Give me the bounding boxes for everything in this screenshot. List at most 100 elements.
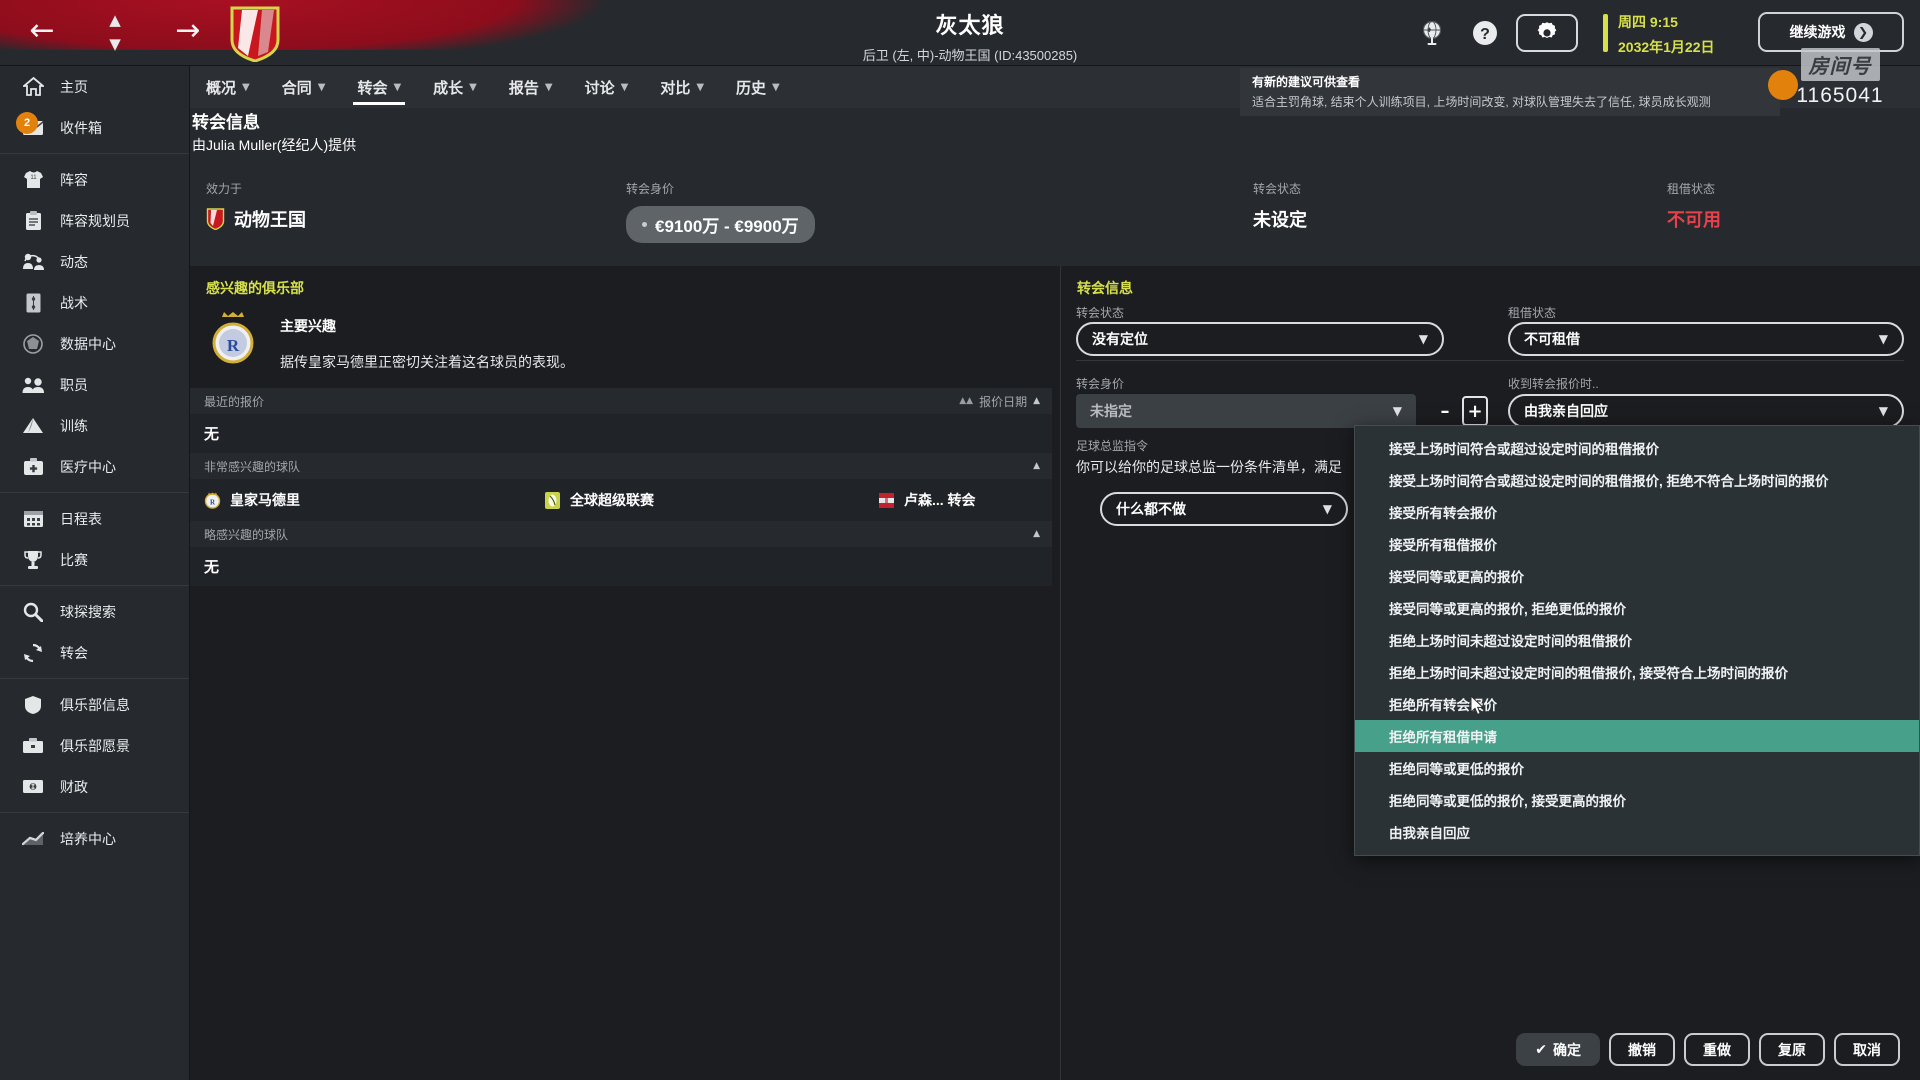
- transfer-status-select[interactable]: 没有定位 ▼: [1076, 322, 1444, 356]
- transfer-value-decrement-button[interactable]: –: [1432, 396, 1458, 426]
- sidebar-item-label: 阵容规划员: [60, 212, 130, 229]
- dropdown-item-7[interactable]: 拒绝上场时间未超过设定时间的租借报价, 接受符合上场时间的报价: [1355, 656, 1919, 688]
- collapse-arrow-icon[interactable]: ▲: [1033, 461, 1040, 471]
- sidebar-item-15[interactable]: 俱乐部愿景: [0, 725, 189, 766]
- sidebar-item-12[interactable]: 球探搜索: [0, 591, 189, 632]
- section-header-slightly-interested[interactable]: 略感兴趣的球队 ▲: [190, 521, 1052, 547]
- help-icon[interactable]: ?: [1468, 16, 1502, 50]
- transfer-value-increment-button[interactable]: +: [1462, 396, 1488, 426]
- nav-up-down-icon[interactable]: ▲ ▼: [98, 8, 132, 58]
- sidebar-item-label: 训练: [60, 417, 88, 434]
- sidebar-item-11[interactable]: 比赛: [0, 539, 189, 580]
- action-button-3[interactable]: 复原: [1759, 1033, 1825, 1066]
- section-header-recent-bids[interactable]: 最近的报价 ▲▲ 报价日期 ▲: [190, 388, 1052, 414]
- chevron-up-icon[interactable]: ▲: [98, 8, 132, 32]
- tab-label: 报告: [508, 79, 539, 97]
- dropdown-item-0[interactable]: 接受上场时间符合或超过设定时间的租借报价: [1355, 432, 1919, 464]
- forward-arrow-icon[interactable]: →: [168, 14, 208, 50]
- sidebar-item-4[interactable]: 动态: [0, 241, 189, 282]
- team-chip-global-league[interactable]: 全球超级联赛: [544, 490, 654, 510]
- dropdown-item-3[interactable]: 接受所有租借报价: [1355, 528, 1919, 560]
- continue-game-button[interactable]: 继续游戏 ❯: [1758, 12, 1904, 52]
- team-chip-real-madrid[interactable]: R 皇家马德里: [204, 490, 300, 510]
- dropdown-item-9[interactable]: 拒绝所有租借申请: [1355, 720, 1919, 752]
- dropdown-item-12[interactable]: 由我亲自回应: [1355, 816, 1919, 848]
- sidebar-item-6[interactable]: 数据中心: [0, 323, 189, 364]
- sidebar-item-14[interactable]: 俱乐部信息: [0, 684, 189, 725]
- sidebar-item-0[interactable]: 主页: [0, 66, 189, 107]
- loan-status-select[interactable]: 不可租借 ▼: [1508, 322, 1904, 356]
- sidebar-item-8[interactable]: 训练: [0, 405, 189, 446]
- back-arrow-icon[interactable]: ←: [22, 14, 62, 50]
- tab-4[interactable]: 报告 ▼: [493, 66, 569, 108]
- tab-6[interactable]: 对比 ▼: [644, 66, 720, 108]
- dropdown-item-1[interactable]: 接受上场时间符合或超过设定时间的租借报价, 拒绝不符合上场时间的报价: [1355, 464, 1919, 496]
- dropdown-item-label: 接受所有转会报价: [1389, 506, 1497, 521]
- info-value-club[interactable]: 动物王国: [206, 206, 306, 232]
- tab-2[interactable]: 转会 ▼: [341, 66, 417, 108]
- transfer-value-select[interactable]: 未指定 ▼: [1076, 394, 1416, 428]
- action-button-2[interactable]: 重做: [1684, 1033, 1750, 1066]
- dropdown-item-2[interactable]: 接受所有转会报价: [1355, 496, 1919, 528]
- top-bar: ← ▲ ▼ → 灰太狼 后卫 (左, 中)-动物王国 (ID:43500285)…: [0, 0, 1920, 66]
- collapse-arrow-icon[interactable]: ▲: [1033, 529, 1040, 539]
- tab-label: 讨论: [584, 79, 615, 97]
- action-button-4[interactable]: 取消: [1834, 1033, 1900, 1066]
- tab-0[interactable]: 概况 ▼: [190, 66, 266, 108]
- tab-5[interactable]: 讨论 ▼: [569, 66, 645, 108]
- animal-kingdom-crest-icon: [206, 208, 225, 230]
- dropdown-item-label: 拒绝同等或更低的报价, 接受更高的报价: [1389, 794, 1627, 809]
- sidebar-item-13[interactable]: 转会: [0, 632, 189, 673]
- trophy-icon: [18, 547, 48, 573]
- sidebar-item-1[interactable]: 收件箱 2: [0, 107, 189, 148]
- sidebar-item-2[interactable]: 11 阵容: [0, 159, 189, 200]
- sidebar-item-16[interactable]: 财政: [0, 766, 189, 807]
- section-right-slightly-interested: ▲: [1033, 529, 1040, 539]
- sidebar-item-7[interactable]: 职员: [0, 364, 189, 405]
- transfer-value-pill[interactable]: €9100万 - €9900万: [626, 206, 815, 243]
- dropdown-item-11[interactable]: 拒绝同等或更低的报价, 接受更高的报价: [1355, 784, 1919, 816]
- tab-1[interactable]: 合同 ▼: [266, 66, 342, 108]
- gear-icon[interactable]: [1516, 14, 1578, 52]
- sidebar-item-10[interactable]: 日程表: [0, 498, 189, 539]
- dropdown-item-5[interactable]: 接受同等或更高的报价, 拒绝更低的报价: [1355, 592, 1919, 624]
- shirt-icon: 11: [18, 167, 48, 193]
- globe-icon[interactable]: [1415, 16, 1449, 50]
- sidebar-item-17[interactable]: 培养中心: [0, 818, 189, 859]
- info-label-transfer-value: 转会身价: [626, 182, 675, 196]
- real-madrid-crest-icon[interactable]: R: [206, 310, 260, 370]
- tab-7[interactable]: 历史 ▼: [720, 66, 796, 108]
- sidebar-item-5[interactable]: 战术: [0, 282, 189, 323]
- offer-response-dropdown-menu[interactable]: 接受上场时间符合或超过设定时间的租借报价 接受上场时间符合或超过设定时间的租借报价…: [1354, 425, 1920, 856]
- dropdown-item-10[interactable]: 拒绝同等或更低的报价: [1355, 752, 1919, 784]
- dropdown-item-4[interactable]: 接受同等或更高的报价: [1355, 560, 1919, 592]
- dropdown-item-8[interactable]: 拒绝所有转会报价: [1355, 688, 1919, 720]
- collapse-arrow-icon[interactable]: ▲: [1033, 396, 1040, 406]
- director-instruction-description: 你可以给你的足球总监一份条件清单，满足: [1076, 459, 1342, 475]
- sort-carets-icon[interactable]: ▲▲: [959, 396, 973, 406]
- tactics-icon: [18, 290, 48, 316]
- continue-game-label: 继续游戏: [1789, 24, 1846, 40]
- dropdown-item-6[interactable]: 拒绝上场时间未超过设定时间的租借报价: [1355, 624, 1919, 656]
- offer-response-select[interactable]: 由我亲自回应 ▼: [1508, 394, 1904, 428]
- svg-text:?: ?: [1480, 26, 1490, 43]
- sidebar-item-3[interactable]: 阵容规划员: [0, 200, 189, 241]
- action-button-1[interactable]: 撤销: [1609, 1033, 1675, 1066]
- team-chip-luxembourg[interactable]: 卢森... 转会: [878, 490, 976, 510]
- advice-notification[interactable]: 有新的建议可供查看 适合主罚角球, 结束个人训练项目, 上场时间改变, 对球队管…: [1240, 68, 1780, 116]
- section-body-recent-bids: 无: [190, 414, 1052, 453]
- sidebar-divider: [0, 153, 189, 154]
- dropdown-item-label: 拒绝同等或更低的报价: [1389, 762, 1524, 777]
- club-crest-icon[interactable]: [228, 6, 282, 62]
- sidebar-item-label: 球探搜索: [60, 603, 116, 620]
- section-header-very-interested[interactable]: 非常感兴趣的球队 ▲: [190, 453, 1052, 479]
- briefcase-icon: [18, 733, 48, 759]
- tab-3[interactable]: 成长 ▼: [417, 66, 493, 108]
- chevron-down-icon[interactable]: ▼: [98, 32, 132, 56]
- action-button-0[interactable]: ✔ 确定: [1516, 1033, 1600, 1066]
- director-instruction-select[interactable]: 什么都不做 ▼: [1100, 492, 1348, 526]
- sidebar-item-9[interactable]: 医疗中心: [0, 446, 189, 487]
- growth-icon: [18, 826, 48, 852]
- sidebar-item-label: 主页: [60, 78, 88, 95]
- player-info-strip: 效力于 动物王国 转会身价 €9100万 - €9900万 转会状态 未设定 租…: [190, 170, 1920, 266]
